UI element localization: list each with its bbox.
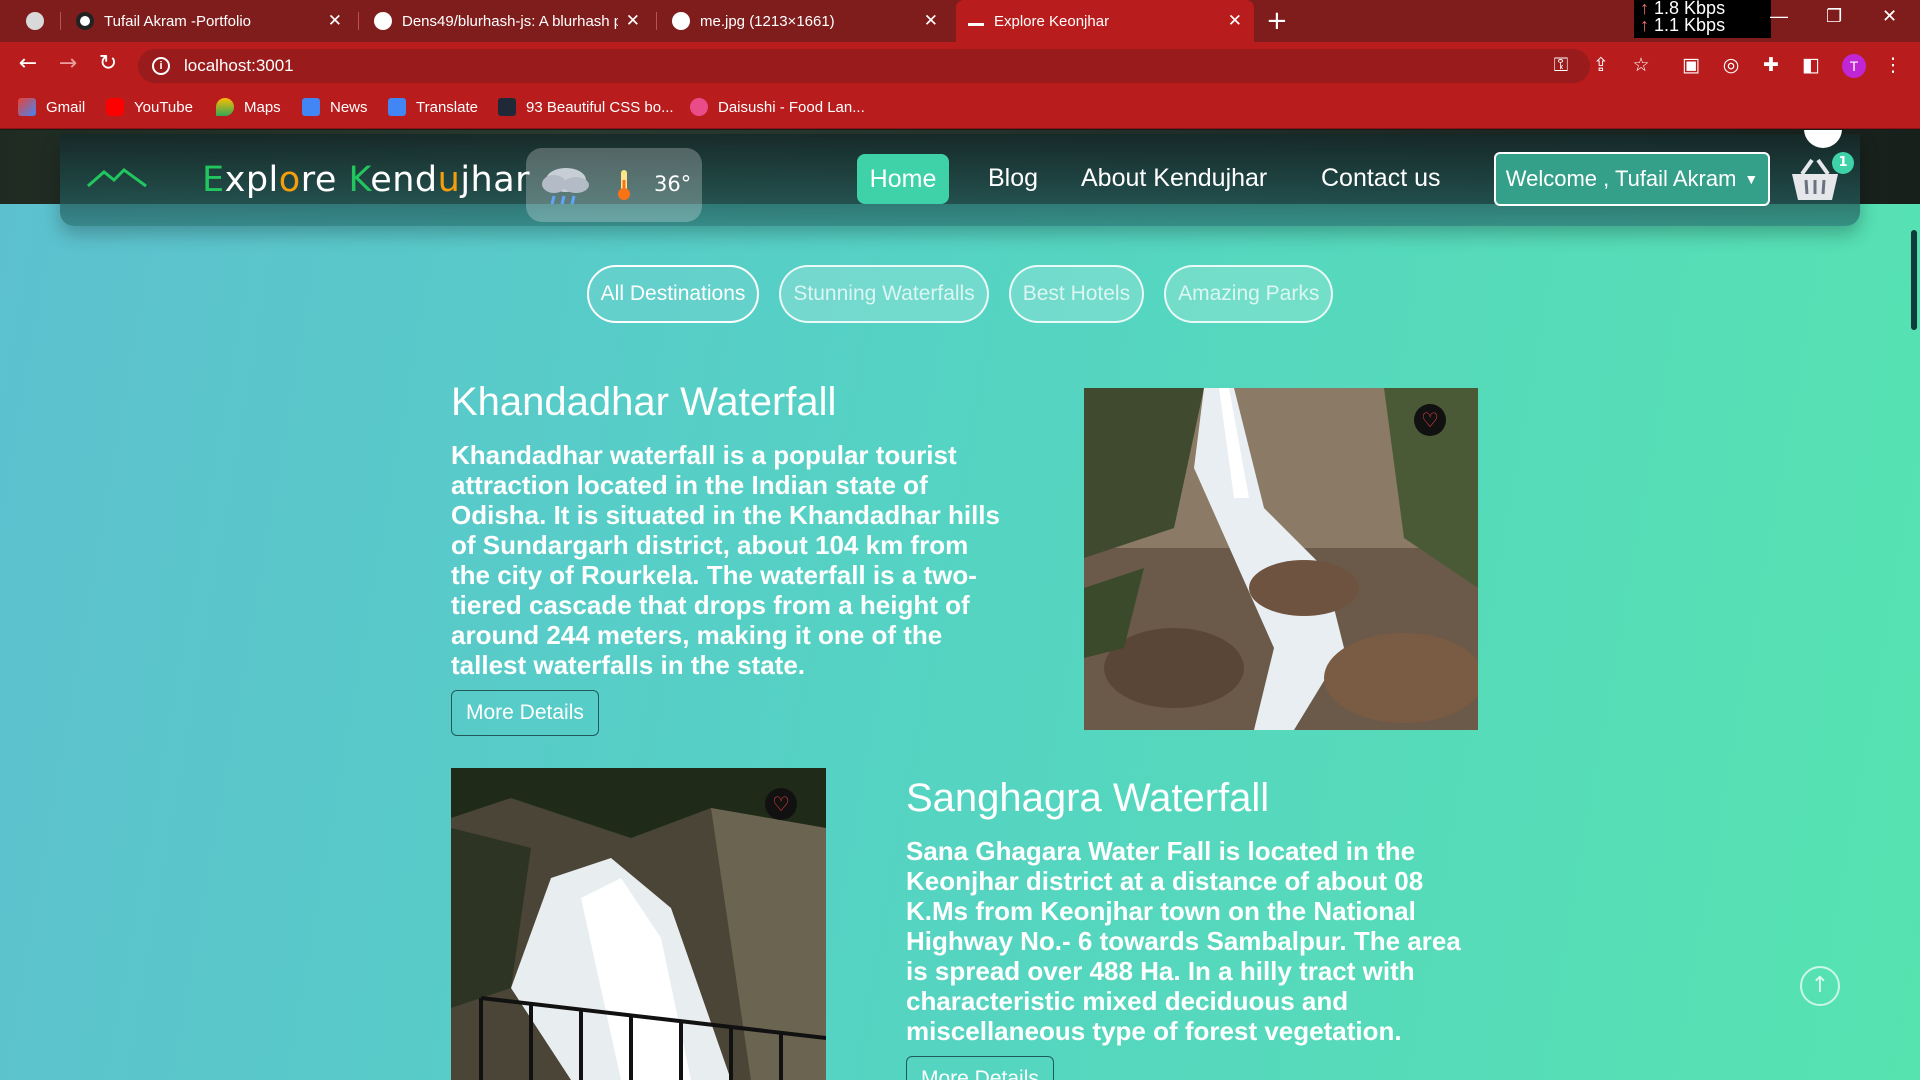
network-speed-widget: ↑ 1.8 Kbps ↑ 1.1 Kbps — [1634, 0, 1771, 38]
site-navbar: Explore Kendujhar 36° Home Blog About Ke… — [60, 134, 1860, 226]
sanghagra-waterfall-image[interactable]: ♡ — [451, 768, 826, 1080]
nav-blog[interactable]: Blog — [988, 164, 1038, 193]
nav-about[interactable]: About Kendujhar — [1081, 164, 1267, 193]
maps-pin-icon — [216, 98, 234, 116]
card-title: Khandadhar Waterfall — [451, 380, 837, 424]
filter-all-destinations[interactable]: All Destinations — [586, 265, 760, 323]
bookmark-css-borders[interactable]: 93 Beautiful CSS bo... — [498, 98, 674, 116]
reload-button[interactable]: ↻ — [94, 50, 122, 78]
restore-icon[interactable]: ❐ — [1826, 6, 1842, 27]
gmail-icon — [18, 98, 36, 116]
card-title: Sanghagra Waterfall — [906, 776, 1270, 820]
category-filters: All Destinations Stunning Waterfalls Bes… — [0, 265, 1920, 323]
extension-red-icon[interactable]: ▣ — [1680, 54, 1702, 76]
nav-home[interactable]: Home — [857, 154, 949, 204]
bookmark-translate[interactable]: Translate — [388, 98, 478, 116]
close-tab-icon[interactable]: ✕ — [328, 11, 342, 31]
profile-avatar[interactable]: T — [1842, 54, 1866, 78]
scroll-to-top-button[interactable]: ↑ — [1800, 966, 1840, 1006]
bookmark-maps[interactable]: Maps — [216, 98, 281, 116]
close-tab-icon[interactable]: ✕ — [626, 11, 640, 31]
side-panel-icon[interactable]: ◧ — [1800, 54, 1822, 76]
thermometer-icon — [618, 170, 630, 200]
key-icon[interactable]: ⚿ — [1550, 54, 1572, 76]
back-button[interactable]: ← — [14, 50, 42, 78]
bookmark-daisushi[interactable]: Daisushi - Food Lan... — [690, 98, 865, 116]
youtube-icon — [106, 98, 124, 116]
site-info-icon[interactable]: i — [152, 57, 170, 75]
close-window-icon[interactable]: ✕ — [1882, 6, 1897, 27]
chatgpt-icon — [26, 12, 44, 30]
mountain-favicon-icon — [968, 16, 984, 26]
dribbble-icon — [690, 98, 708, 116]
new-tab-button[interactable]: + — [1266, 6, 1288, 36]
bookmark-gmail[interactable]: Gmail — [18, 98, 85, 116]
extensions-puzzle-icon[interactable]: ✚ — [1760, 54, 1782, 76]
cart-count-badge: 1 — [1832, 152, 1854, 174]
favorite-heart-icon[interactable]: ♡ — [765, 788, 797, 820]
more-details-button[interactable]: More Details — [906, 1056, 1054, 1080]
user-dropdown-button[interactable]: Welcome , Tufail Akram ▼ — [1494, 152, 1770, 206]
filter-best-hotels[interactable]: Best Hotels — [1008, 265, 1145, 323]
caret-down-icon: ▼ — [1744, 171, 1759, 187]
temperature-value: 36° — [654, 172, 692, 196]
close-tab-icon[interactable]: ✕ — [1228, 11, 1242, 31]
translate-icon — [388, 98, 406, 116]
extension-target-icon[interactable]: ◎ — [1720, 54, 1742, 76]
rain-cloud-icon — [542, 168, 589, 205]
favorite-heart-icon[interactable]: ♡ — [1414, 404, 1446, 436]
filter-amazing-parks[interactable]: Amazing Parks — [1164, 265, 1334, 323]
card-description: Khandadhar waterfall is a popular touris… — [451, 440, 1000, 680]
scrollbar-thumb[interactable] — [1911, 230, 1917, 330]
github-icon — [374, 12, 392, 30]
bookmark-youtube[interactable]: YouTube — [106, 98, 193, 116]
css-cursor-icon — [498, 98, 516, 116]
page-viewport: Explore Kendujhar 36° Home Blog About Ke… — [0, 130, 1920, 1080]
site-brand[interactable]: Explore Kendujhar — [202, 160, 530, 200]
browser-tab-bar: Tufail Akram -Portfolio ✕ Dens49/blurhas… — [0, 0, 1920, 42]
news-icon — [302, 98, 320, 116]
forward-button[interactable]: → — [54, 50, 82, 78]
tab-github[interactable]: Dens49/blurhash-js: A blurhash p ✕ — [362, 0, 652, 42]
share-icon[interactable]: ⇪ — [1590, 54, 1612, 76]
khandadhar-waterfall-image[interactable]: ♡ — [1084, 388, 1478, 730]
bookmark-news[interactable]: News — [302, 98, 368, 116]
portfolio-favicon-icon — [76, 12, 94, 30]
menu-kebab-icon[interactable]: ⋮ — [1882, 54, 1904, 76]
address-bar[interactable]: i localhost:3001 — [138, 49, 1590, 83]
bookmark-star-icon[interactable]: ☆ — [1630, 54, 1652, 76]
bookmarks-bar: Gmail YouTube Maps News Translate 93 Bea… — [0, 88, 1920, 129]
filter-stunning-waterfalls[interactable]: Stunning Waterfalls — [779, 265, 989, 323]
mountain-logo-icon[interactable] — [86, 166, 148, 190]
globe-icon — [672, 12, 690, 30]
tab-explore-keonjhar[interactable]: Explore Keonjhar ✕ — [956, 0, 1254, 42]
tab-portfolio[interactable]: Tufail Akram -Portfolio ✕ — [64, 0, 354, 42]
nav-contact[interactable]: Contact us — [1321, 164, 1441, 193]
browser-toolbar: ← → ↻ i localhost:3001 ⚿ ⇪ ☆ ▣ ◎ ✚ ◧ T ⋮ — [0, 42, 1920, 88]
tab-pinned[interactable] — [14, 0, 56, 42]
weather-widget: 36° — [526, 148, 702, 222]
close-tab-icon[interactable]: ✕ — [924, 11, 938, 31]
minimize-icon[interactable]: — — [1770, 6, 1788, 27]
page-scrollbar[interactable] — [1908, 230, 1920, 1080]
tab-image[interactable]: me.jpg (1213×1661) ✕ — [660, 0, 950, 42]
card-description: Sana Ghagara Water Fall is located in th… — [906, 836, 1461, 1046]
more-details-button[interactable]: More Details — [451, 690, 599, 736]
